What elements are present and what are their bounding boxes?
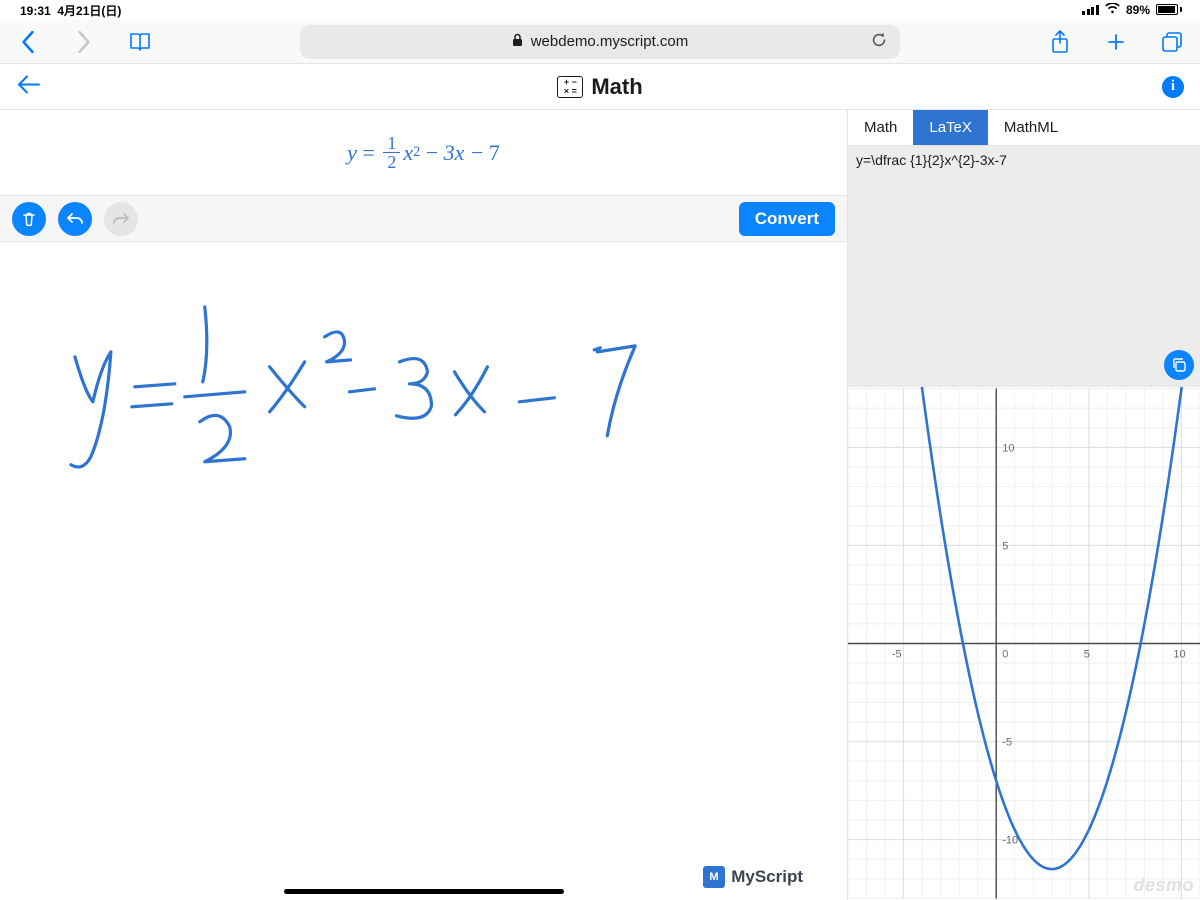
forward-icon: [70, 28, 98, 56]
ipad-status-bar: 19:31 4月21日(日) 89%: [0, 0, 1200, 20]
safari-toolbar: webdemo.myscript.com: [0, 20, 1200, 64]
canvas-toolbar: Convert: [0, 196, 847, 242]
svg-text:5: 5: [1084, 649, 1090, 661]
graph-plot: -5 0 5 10 -10 -5 5 10: [848, 387, 1200, 900]
clock-text: 19:31: [20, 4, 51, 18]
battery-percent-text: 89%: [1126, 3, 1150, 17]
new-tab-icon[interactable]: [1102, 28, 1130, 56]
address-text: webdemo.myscript.com: [531, 33, 689, 50]
bookmarks-icon[interactable]: [126, 28, 154, 56]
svg-text:10: 10: [1002, 442, 1014, 454]
svg-text:-5: -5: [892, 649, 902, 661]
back-icon[interactable]: [14, 28, 42, 56]
trash-button[interactable]: [12, 202, 46, 236]
tab-latex[interactable]: LaTeX: [913, 110, 988, 145]
share-icon[interactable]: [1046, 28, 1074, 56]
tab-mathml[interactable]: MathML: [988, 110, 1074, 145]
latex-output-text: y=\dfrac {1}{2}x^{2}-3x-7: [856, 152, 1007, 168]
math-app-icon: + −× =: [557, 76, 583, 98]
output-tabs: Math LaTeX MathML: [848, 110, 1200, 146]
wifi-icon: [1105, 2, 1120, 17]
redo-button: [104, 202, 138, 236]
handwriting-ink: [0, 242, 847, 900]
myscript-logo: MMyScript: [703, 866, 803, 888]
address-bar[interactable]: webdemo.myscript.com: [300, 25, 900, 59]
tabs-icon[interactable]: [1158, 28, 1186, 56]
svg-text:5: 5: [1002, 540, 1008, 552]
svg-text:0: 0: [1002, 649, 1008, 661]
ipad-home-indicator[interactable]: [284, 889, 564, 894]
desmos-watermark: desmo: [1133, 875, 1194, 896]
svg-text:10: 10: [1173, 649, 1185, 661]
app-header: + −× = Math i: [0, 64, 1200, 110]
battery-icon: [1156, 4, 1182, 15]
copy-button[interactable]: [1164, 350, 1194, 380]
app-title: Math: [591, 74, 642, 100]
cellular-signal-icon: [1082, 5, 1099, 15]
latex-output-box[interactable]: y=\dfrac {1}{2}x^{2}-3x-7: [848, 146, 1200, 386]
reload-icon[interactable]: [870, 31, 888, 53]
svg-text:-5: -5: [1002, 737, 1012, 749]
date-text: 4月21日(日): [57, 4, 121, 18]
app-back-icon[interactable]: [18, 75, 40, 98]
recognized-formula: y = 12x2 − 3x − 7: [0, 110, 847, 196]
undo-button[interactable]: [58, 202, 92, 236]
handwriting-canvas[interactable]: MMyScript: [0, 242, 847, 900]
convert-button[interactable]: Convert: [739, 202, 835, 236]
graph-panel[interactable]: -5 0 5 10 -10 -5 5 10 desmo: [848, 386, 1200, 900]
svg-text:-10: -10: [1002, 835, 1018, 847]
tab-math[interactable]: Math: [848, 110, 913, 145]
info-icon[interactable]: i: [1162, 76, 1184, 98]
lock-icon: [512, 33, 523, 51]
